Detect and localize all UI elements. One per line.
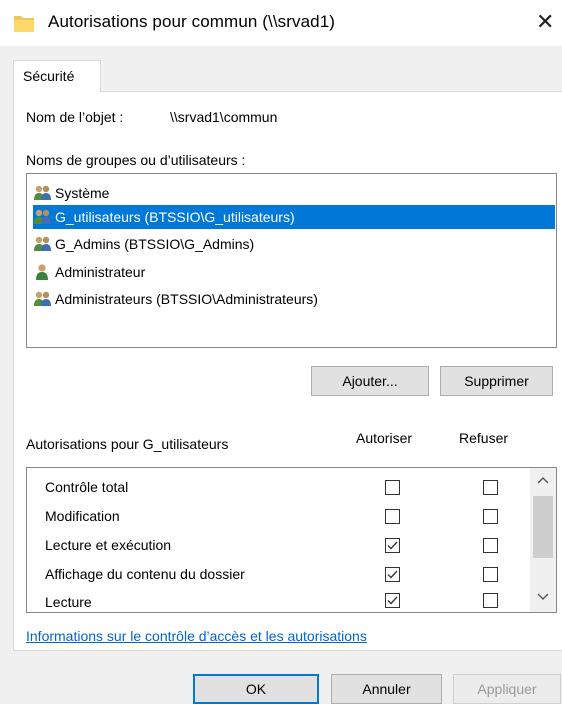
remove-button[interactable]: Supprimer — [440, 366, 553, 396]
allow-checkbox[interactable] — [385, 480, 400, 495]
groups-listbox[interactable]: Système G_utilisateurs (BTSSIO\G_utilisa… — [26, 173, 557, 348]
ok-button[interactable]: OK — [193, 674, 319, 704]
deny-checkbox[interactable] — [483, 567, 498, 582]
deny-checkbox[interactable] — [483, 480, 498, 495]
list-item-label: G_Admins (BTSSIO\G_Admins) — [55, 236, 255, 252]
users-group-icon — [34, 185, 51, 200]
apply-button[interactable]: Appliquer — [453, 674, 561, 704]
help-link[interactable]: Informations sur le contrôle d’accès et … — [26, 628, 367, 644]
list-item-label: Administrateurs (BTSSIO\Administrateurs) — [55, 291, 318, 307]
deny-checkbox[interactable] — [483, 538, 498, 553]
list-item[interactable]: G_Admins (BTSSIO\G_Admins) — [33, 232, 254, 256]
folder-icon — [14, 16, 34, 32]
list-item[interactable]: Administrateur — [33, 260, 145, 284]
deny-checkbox[interactable] — [483, 593, 498, 608]
users-group-icon — [34, 236, 51, 251]
add-button[interactable]: Ajouter... — [311, 366, 429, 396]
permissions-title: Autorisations pour G_utilisateurs — [26, 436, 229, 452]
list-item[interactable]: Administrateurs (BTSSIO\Administrateurs) — [33, 287, 318, 311]
checkmark-icon — [387, 570, 398, 579]
groups-label: Noms de groupes ou d’utilisateurs : — [26, 152, 246, 168]
permissions-list: Contrôle total Modification Lecture et e… — [26, 467, 557, 613]
chevron-up-icon[interactable] — [537, 476, 549, 484]
users-group-icon — [34, 291, 51, 306]
deny-column-header: Refuser — [459, 430, 509, 446]
list-item-label: G_utilisateurs (BTSSIO\G_utilisateurs) — [55, 209, 295, 225]
object-name-value: \\srvad1\commun — [170, 109, 278, 125]
list-item-selected[interactable]: G_utilisateurs (BTSSIO\G_utilisateurs) — [33, 205, 555, 229]
permission-label: Affichage du contenu du dossier — [45, 566, 245, 582]
list-item-label: Système — [55, 185, 110, 201]
chevron-down-icon[interactable] — [537, 593, 549, 601]
list-item-label: Administrateur — [55, 264, 146, 280]
tab-securite[interactable]: Sécurité — [13, 60, 101, 92]
close-icon[interactable]: ✕ — [536, 9, 554, 35]
allow-checkbox-checked[interactable] — [385, 538, 400, 553]
scrollbar[interactable] — [530, 468, 556, 612]
permission-label: Lecture et exécution — [45, 537, 172, 553]
object-name-label: Nom de l’objet : — [26, 109, 124, 125]
user-icon — [36, 264, 48, 280]
allow-column-header: Autoriser — [356, 430, 413, 446]
allow-checkbox[interactable] — [385, 509, 400, 524]
permission-label: Modification — [45, 508, 120, 524]
window-title: Autorisations pour commun (\\srvad1) — [48, 12, 336, 31]
scrollbar-thumb[interactable] — [533, 496, 553, 558]
deny-checkbox[interactable] — [483, 509, 498, 524]
allow-checkbox-checked[interactable] — [385, 593, 400, 608]
allow-checkbox-checked[interactable] — [385, 567, 400, 582]
title-bar: Autorisations pour commun (\\srvad1) ✕ — [0, 0, 562, 46]
permission-label: Contrôle total — [45, 479, 129, 495]
checkmark-icon — [387, 541, 398, 550]
permission-label: Lecture — [45, 594, 92, 610]
users-group-icon — [34, 209, 51, 224]
checkmark-icon — [387, 596, 398, 605]
cancel-button[interactable]: Annuler — [331, 674, 442, 704]
list-item[interactable]: Système — [33, 181, 109, 205]
